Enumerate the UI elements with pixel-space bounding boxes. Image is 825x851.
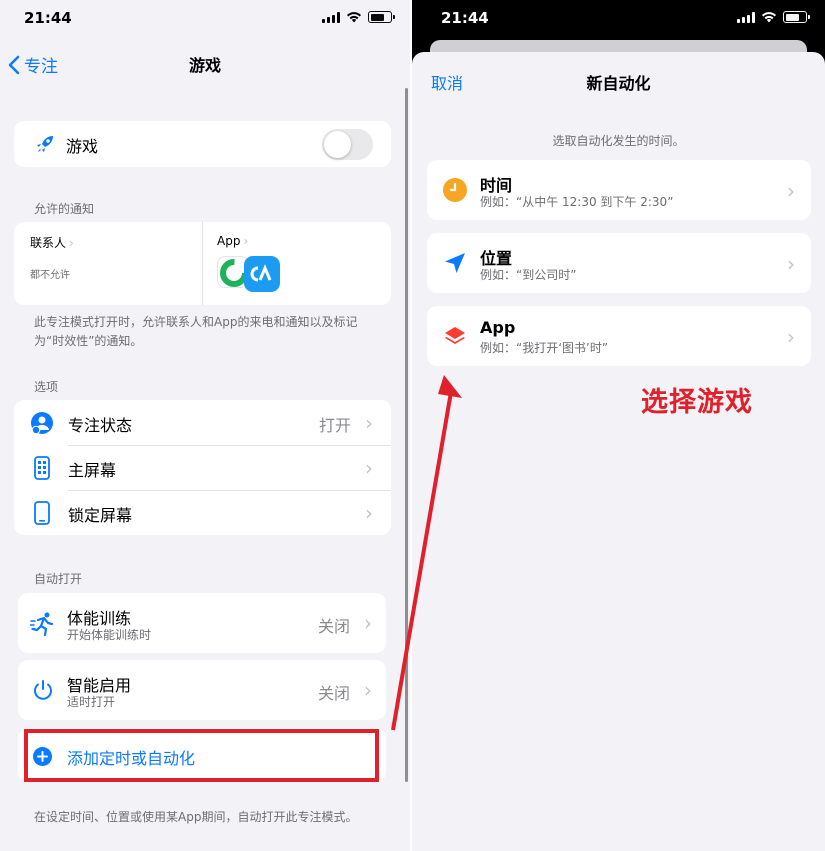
wifi-icon xyxy=(347,12,361,23)
trigger-option-app[interactable]: App 例如：“我打开‘图书’时” › xyxy=(427,306,811,366)
options-card: 专注状态 打开 › 主屏幕 › 锁定屏幕 › xyxy=(14,400,391,535)
contacts-value: 都不允许 xyxy=(30,270,70,281)
highlight-box xyxy=(24,729,379,782)
location-arrow-icon xyxy=(445,253,465,273)
nav-bar: 专注 游戏 xyxy=(0,48,410,80)
focus-settings-screen: 21:44 专注 游戏 游戏 允许的通知 联系人 › 都不允许 App › 此专… xyxy=(0,0,410,851)
clock-icon xyxy=(443,178,467,202)
option-label: 主屏幕 xyxy=(68,461,117,480)
chevron-right-icon: › xyxy=(364,611,372,635)
wifi-icon xyxy=(762,12,776,23)
trigger-subtitle: 例如：“从中午 12:30 到下午 2:30” xyxy=(480,195,674,209)
annotation-label: 选择游戏 xyxy=(641,387,753,418)
status-bar: 21:44 xyxy=(0,0,410,38)
focus-toggle-switch[interactable] xyxy=(322,129,373,160)
option-row-home-screen[interactable]: 主屏幕 › xyxy=(14,445,391,490)
option-value: 打开 xyxy=(318,416,351,435)
sheet-prompt: 选取自动化发生的时间。 xyxy=(552,134,685,148)
page-title: 游戏 xyxy=(188,56,221,75)
battery-icon xyxy=(368,11,395,23)
chevron-right-icon: › xyxy=(787,252,795,276)
chevron-right-icon: › xyxy=(787,325,795,349)
trigger-title: App xyxy=(480,318,516,337)
contacts-label: 联系人 xyxy=(30,236,67,250)
option-label: 锁定屏幕 xyxy=(68,506,133,525)
option-row-lock-screen[interactable]: 锁定屏幕 › xyxy=(14,490,391,535)
options-header: 选项 xyxy=(34,380,59,394)
status-time: 21:44 xyxy=(441,9,489,27)
trigger-option-time[interactable]: 时间 例如：“从中午 12:30 到下午 2:30” › xyxy=(427,160,811,220)
auto-header: 自动打开 xyxy=(34,572,83,586)
option-label: 专注状态 xyxy=(68,416,133,435)
cellular-signal-icon xyxy=(322,11,340,23)
automation-sheet: 取消 新自动化 选取自动化发生的时间。 时间 例如：“从中午 12:30 到下午… xyxy=(412,52,825,851)
focus-status-icon xyxy=(31,412,53,435)
app-layers-icon xyxy=(445,327,465,344)
trigger-subtitle: 例如：“到公司时” xyxy=(480,268,577,282)
chevron-right-icon: › xyxy=(365,501,373,525)
chevron-right-icon: › xyxy=(787,179,795,203)
auto-subtitle: 开始体能训练时 xyxy=(67,628,152,642)
allowed-notifications-card: 联系人 › 都不允许 App › xyxy=(14,222,391,305)
scrollbar[interactable] xyxy=(405,88,408,782)
chevron-right-icon: › xyxy=(365,411,373,435)
new-automation-screen: 21:44 取消 新自动化 选取自动化发生的时间。 时间 例如：“从中午 12:… xyxy=(412,0,825,851)
apps-label: App xyxy=(217,234,241,248)
auto-row-smart-activation[interactable]: 智能启用 适时打开 关闭 › xyxy=(18,660,386,720)
status-bar: 21:44 xyxy=(412,0,825,38)
auto-subtitle: 适时打开 xyxy=(67,695,116,709)
apps-cell[interactable]: App › xyxy=(203,222,391,305)
auto-value: 关闭 xyxy=(317,617,350,636)
allowed-footer: 此专注模式打开时，允许联系人和App的来电和通知以及标记为“时效性”的通知。 xyxy=(34,315,358,348)
rocket-icon xyxy=(37,136,53,152)
chevron-right-icon: › xyxy=(364,678,372,702)
trigger-subtitle: 例如：“我打开‘图书’时” xyxy=(480,341,609,355)
power-icon xyxy=(34,680,52,700)
chevron-right-icon: › xyxy=(243,234,249,248)
trigger-option-location[interactable]: 位置 例如：“到公司时” › xyxy=(427,233,811,293)
chevron-right-icon: › xyxy=(365,456,373,480)
auto-footer: 在设定时间、位置或使用某App期间，自动打开此专注模式。 xyxy=(34,810,358,824)
auto-value: 关闭 xyxy=(317,684,350,703)
lock-screen-icon xyxy=(34,501,50,525)
sheet-title: 新自动化 xyxy=(586,74,651,93)
app-icon-blue xyxy=(244,256,280,292)
option-row-focus-status[interactable]: 专注状态 打开 › xyxy=(14,400,391,445)
focus-toggle-label: 游戏 xyxy=(66,137,99,156)
allowed-notifications-header: 允许的通知 xyxy=(34,202,95,216)
battery-icon xyxy=(783,11,810,23)
workout-icon xyxy=(30,612,54,637)
home-screen-icon xyxy=(34,456,50,480)
focus-toggle-card: 游戏 xyxy=(14,121,391,167)
auto-row-workout[interactable]: 体能训练 开始体能训练时 关闭 › xyxy=(18,593,386,653)
contacts-cell[interactable]: 联系人 › 都不允许 xyxy=(14,222,202,305)
chevron-right-icon: › xyxy=(69,235,74,250)
cellular-signal-icon xyxy=(737,11,755,23)
status-time: 21:44 xyxy=(24,9,72,27)
